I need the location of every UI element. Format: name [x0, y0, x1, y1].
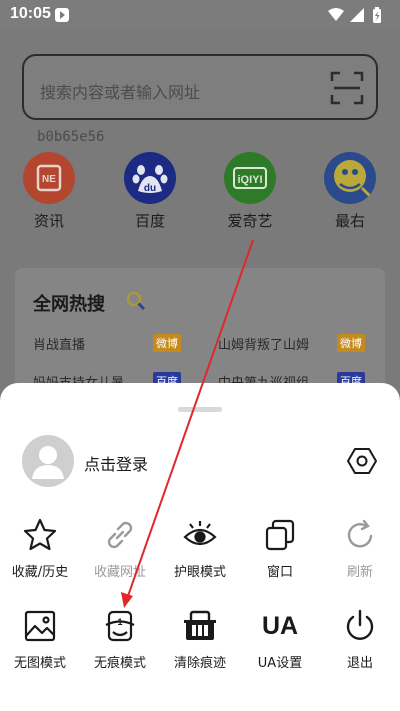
clear-basket-icon	[184, 610, 216, 640]
shortcut-news[interactable]: NE 资讯	[14, 152, 84, 231]
app-notification-icon	[55, 8, 69, 22]
windows-button[interactable]: 窗口	[240, 517, 320, 580]
shortcut-zuiyou[interactable]: 最右	[315, 152, 385, 231]
refresh-icon	[347, 519, 373, 548]
search-placeholder: 搜索内容或者输入网址	[40, 83, 201, 102]
shortcut-label: 资讯	[33, 212, 64, 230]
signal-icon	[350, 8, 364, 22]
zuiyou-icon	[324, 152, 376, 204]
windows-icon	[265, 519, 295, 551]
hot-item[interactable]: 肖战直播	[33, 334, 85, 353]
battery-icon	[373, 7, 381, 23]
menu-label: 无图模式	[13, 656, 66, 671]
iqiyi-icon: iQIYI	[224, 152, 276, 204]
hot-item[interactable]: 山姆背叛了山姆	[218, 334, 309, 353]
menu-label: 窗口	[266, 565, 293, 580]
shortcut-baidu[interactable]: du 百度	[115, 152, 185, 231]
shortcut-label: 最右	[334, 212, 365, 230]
favorites-history-button[interactable]: 收藏/历史	[0, 517, 80, 580]
search-input[interactable]: 搜索内容或者输入网址	[22, 54, 378, 120]
wifi-icon	[328, 8, 344, 21]
refresh-button[interactable]: 刷新	[320, 517, 400, 580]
shortcut-iqiyi[interactable]: iQIYI 爱奇艺	[215, 152, 285, 231]
bookmark-url-button[interactable]: 收藏网址	[80, 517, 160, 580]
power-icon	[346, 609, 374, 640]
eye-icon	[183, 521, 217, 546]
menu-label: 无痕模式	[93, 656, 146, 671]
hot-badge: 微博	[153, 334, 181, 352]
menu-label: 护眼模式	[173, 565, 226, 580]
incognito-mode-button[interactable]: 1 无痕模式	[80, 608, 160, 671]
shortcut-label: 百度	[134, 212, 165, 230]
shortcut-label: 爱奇艺	[227, 212, 273, 230]
ua-icon: UA	[262, 612, 299, 640]
svg-text:1: 1	[117, 617, 122, 627]
eye-protection-button[interactable]: 护眼模式	[160, 517, 240, 580]
menu-label: 收藏/历史	[11, 565, 69, 580]
menu-label: UA设置	[257, 656, 303, 671]
settings-hexagon-icon[interactable]	[346, 445, 378, 477]
menu-label: 刷新	[346, 565, 373, 580]
image-icon	[24, 610, 56, 642]
hot-search-title: 全网热搜	[33, 294, 105, 315]
menu-label: 清除痕迹	[173, 656, 226, 671]
user-icon	[32, 446, 64, 479]
ua-settings-button[interactable]: UA UA设置	[240, 608, 320, 671]
drag-handle[interactable]	[178, 407, 222, 412]
star-icon	[23, 518, 57, 551]
menu-label: 收藏网址	[93, 565, 146, 580]
incognito-icon: 1	[105, 610, 135, 642]
user-login-row[interactable]: 点击登录	[22, 435, 378, 489]
device-id: b0b65e56	[37, 129, 105, 145]
bottom-menu-sheet: 点击登录 收藏/历史 收藏网址 护眼模式 窗口 刷新 无图模式 1 无痕模式 清…	[0, 383, 400, 711]
login-label[interactable]: 点击登录	[84, 451, 148, 475]
svg-text:iQIYI: iQIYI	[237, 174, 262, 186]
exit-button[interactable]: 退出	[320, 608, 400, 671]
clear-traces-button[interactable]: 清除痕迹	[160, 608, 240, 671]
avatar[interactable]	[22, 435, 74, 487]
status-icons	[328, 7, 381, 23]
hot-badge: 微博	[337, 334, 365, 352]
status-time: 10:05	[10, 5, 51, 22]
link-icon	[107, 521, 133, 549]
svg-text:du: du	[144, 183, 156, 194]
no-image-mode-button[interactable]: 无图模式	[0, 608, 80, 671]
scan-icon[interactable]	[330, 71, 364, 105]
magnifier-icon	[126, 291, 146, 311]
hot-search-panel: 全网热搜 肖战直播 微博 山姆背叛了山姆 微博 妈妈支持女儿暑 百度 中央第九巡…	[15, 268, 385, 398]
news-icon: NE	[23, 152, 75, 204]
menu-label: 退出	[346, 656, 373, 671]
baidu-icon: du	[124, 152, 176, 204]
svg-text:NE: NE	[42, 174, 56, 185]
status-bar: 10:05	[0, 0, 400, 30]
